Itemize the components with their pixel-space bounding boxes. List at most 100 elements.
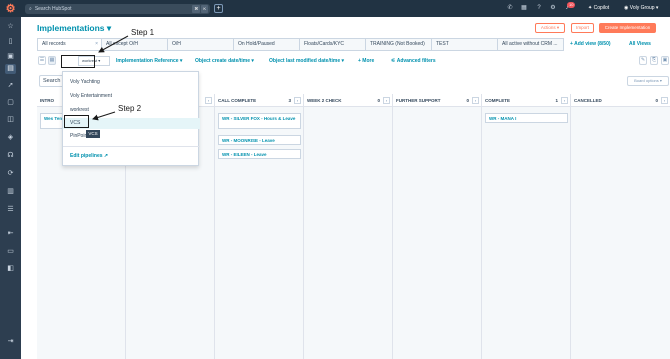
vcs-tooltip: VCS: [86, 130, 100, 138]
add-view-button[interactable]: + Add view (8/50): [570, 41, 611, 47]
data-management-icon[interactable]: ☰: [5, 205, 16, 215]
collapse-column-icon[interactable]: ‹: [472, 97, 479, 104]
column-count: 1: [555, 98, 558, 103]
board-column-week-2-check: WEEK 2 CHECK 0 ‹: [304, 94, 393, 359]
column-title: WEEK 2 CHECK: [307, 98, 342, 103]
board-options-label: Board options: [634, 78, 659, 83]
object-last-modified-filter[interactable]: Object last modified date/time ▾: [269, 56, 344, 66]
deal-card[interactable]: WR - MANA I: [485, 113, 568, 123]
marketing-icon[interactable]: ➚: [5, 81, 16, 91]
apps-icon[interactable]: ◧: [5, 264, 16, 274]
edit-columns-icon[interactable]: ✎: [639, 56, 647, 65]
filter-icon: ⚟: [391, 58, 396, 64]
actions-button[interactable]: Actions ▾: [535, 23, 565, 33]
implementation-reference-filter[interactable]: Implementation Reference ▾: [116, 56, 182, 66]
column-header: WEEK 2 CHECK 0 ‹: [304, 94, 392, 107]
saved-icon[interactable]: ▯: [5, 37, 16, 47]
column-title: CANCELLED: [574, 98, 602, 103]
collapse-column-icon[interactable]: ‹: [383, 97, 390, 104]
import-label: Import: [576, 25, 589, 30]
column-count: 3: [288, 98, 291, 103]
help-icon[interactable]: ?: [535, 4, 543, 13]
chevron-down-icon: ▾: [106, 23, 112, 33]
column-count: 0: [466, 98, 469, 103]
workspaces-icon[interactable]: ▣: [5, 52, 16, 62]
tab-test[interactable]: TEST: [432, 38, 498, 51]
tab-label: O/H: [172, 41, 181, 47]
deal-card[interactable]: WR - MOONRISE - Leave: [218, 135, 301, 145]
column-count: 0: [655, 98, 658, 103]
settings-gear-icon[interactable]: ⚙: [549, 4, 557, 13]
tab-all-active-without-crm[interactable]: All active without CRM ...: [498, 38, 564, 51]
list-view-icon[interactable]: ☰: [38, 56, 46, 65]
filter-label: Object create date/time: [195, 58, 251, 64]
pipeline-option-voly-yachting[interactable]: Voly Yachting: [63, 77, 200, 88]
tab-oh[interactable]: O/H: [168, 38, 234, 51]
service-icon[interactable]: ☊: [5, 151, 16, 161]
advanced-filters-button[interactable]: ⚟ Advanced filters: [391, 56, 436, 66]
deal-card[interactable]: WR - EILEEN - Leave: [218, 149, 301, 159]
collapse-column-icon[interactable]: ‹: [561, 97, 568, 104]
global-search-input[interactable]: ⌕ Search HubSpot ⌘ K: [25, 4, 210, 14]
phone-icon[interactable]: ✆: [506, 4, 514, 13]
board-options-button[interactable]: Board options ▾: [627, 76, 669, 86]
column-title: COMPLETE: [485, 98, 511, 103]
close-tab-icon[interactable]: ×: [95, 39, 98, 50]
edit-pipelines-link[interactable]: Edit pipelines ↗: [70, 153, 108, 159]
pipeline-option-pinpoint-pay[interactable]: PinPoint Pay: [63, 131, 200, 142]
tab-floats-cards-kyc[interactable]: Floats/Cards/KYC: [300, 38, 366, 51]
collapse-column-icon[interactable]: ‹: [205, 97, 212, 104]
marketplace-icon[interactable]: ▦: [520, 4, 528, 13]
step1-annotation: Step 1: [131, 28, 155, 37]
search-shortcut: ⌘ K: [192, 5, 208, 13]
automation-icon[interactable]: ⟳: [5, 169, 16, 179]
global-top-bar: ⚙ ⌕ Search HubSpot ⌘ K + ✆ ▦ ? ⚙ ♪ 10 ✦ …: [0, 0, 670, 17]
object-create-date-filter[interactable]: Object create date/time ▾: [195, 56, 254, 66]
duplicate-view-icon[interactable]: ⎘: [650, 56, 658, 65]
import-button[interactable]: Import: [571, 23, 594, 33]
hubspot-logo-icon[interactable]: ⚙: [0, 0, 21, 17]
board-column-complete: COMPLETE 1 ‹ WR - MANA I: [482, 94, 571, 359]
commerce-icon[interactable]: ◫: [5, 115, 16, 125]
save-view-icon[interactable]: ▣: [661, 56, 669, 65]
collapse-column-icon[interactable]: ‹: [294, 97, 301, 104]
all-views-link[interactable]: All Views: [629, 41, 651, 47]
page-title[interactable]: Implementations ▾: [37, 23, 111, 34]
card-title: WR - EILEEN - Leave: [222, 152, 267, 157]
add-view-label: Add view (8/50): [574, 41, 611, 47]
board-column-further-support: FURTHER SUPPORT 0 ‹: [393, 94, 482, 359]
edit-pipelines-label: Edit pipelines: [70, 153, 103, 159]
reporting-icon[interactable]: ▥: [5, 187, 16, 197]
copilot-label: Copilot: [593, 5, 610, 11]
tab-all-except-oh[interactable]: All except O/H: [102, 38, 168, 51]
copilot-button[interactable]: ✦ Copilot: [588, 3, 609, 13]
card-title: WR - MOONRISE - Leave: [222, 138, 275, 143]
crm-contacts-icon[interactable]: ▤: [5, 64, 16, 74]
board-search-text: Search: [43, 78, 61, 84]
collapse-sidebar-icon[interactable]: ⇤: [5, 229, 16, 239]
pipeline-option-voly-entertainment[interactable]: Voly Entertainment: [63, 91, 200, 102]
tab-label: On Hold/Paused: [238, 41, 275, 47]
content-icon[interactable]: ▢: [5, 98, 16, 108]
card-title: WR - MANA I: [489, 116, 517, 121]
left-navigation-sidebar: ☆ ▯ ▣ ▤ ➚ ▢ ◫ ◈ ☊ ⟳ ▥ ☰ ⇤ ▭ ◧ ⇥: [0, 17, 21, 359]
library-icon[interactable]: ▭: [5, 247, 16, 257]
board-view-icon[interactable]: ▦: [48, 56, 56, 65]
create-implementation-button[interactable]: Create Implementation: [599, 23, 656, 33]
tab-label: TEST: [436, 41, 449, 47]
account-menu[interactable]: ◉ Voly Group ▾: [624, 3, 658, 13]
expand-sidebar-icon[interactable]: ⇥: [5, 337, 16, 347]
tab-label: TRAINING (Not Booked): [370, 41, 425, 47]
tab-all-records[interactable]: All records ×: [37, 38, 102, 51]
shortcut-key-k: K: [201, 5, 208, 13]
filter-label: Implementation Reference: [116, 58, 179, 64]
collapse-column-icon[interactable]: ‹: [661, 97, 668, 104]
column-title: INTRO: [40, 98, 54, 103]
sales-icon[interactable]: ◈: [5, 133, 16, 143]
tab-training-not-booked[interactable]: TRAINING (Not Booked): [366, 38, 432, 51]
deal-card[interactable]: WR - SILVER FOX - Hours & Leave: [218, 113, 301, 129]
quick-create-button[interactable]: +: [214, 4, 223, 13]
more-filters-button[interactable]: + More: [358, 56, 374, 66]
tab-on-hold-paused[interactable]: On Hold/Paused: [234, 38, 300, 51]
bookmarks-icon[interactable]: ☆: [5, 22, 16, 32]
